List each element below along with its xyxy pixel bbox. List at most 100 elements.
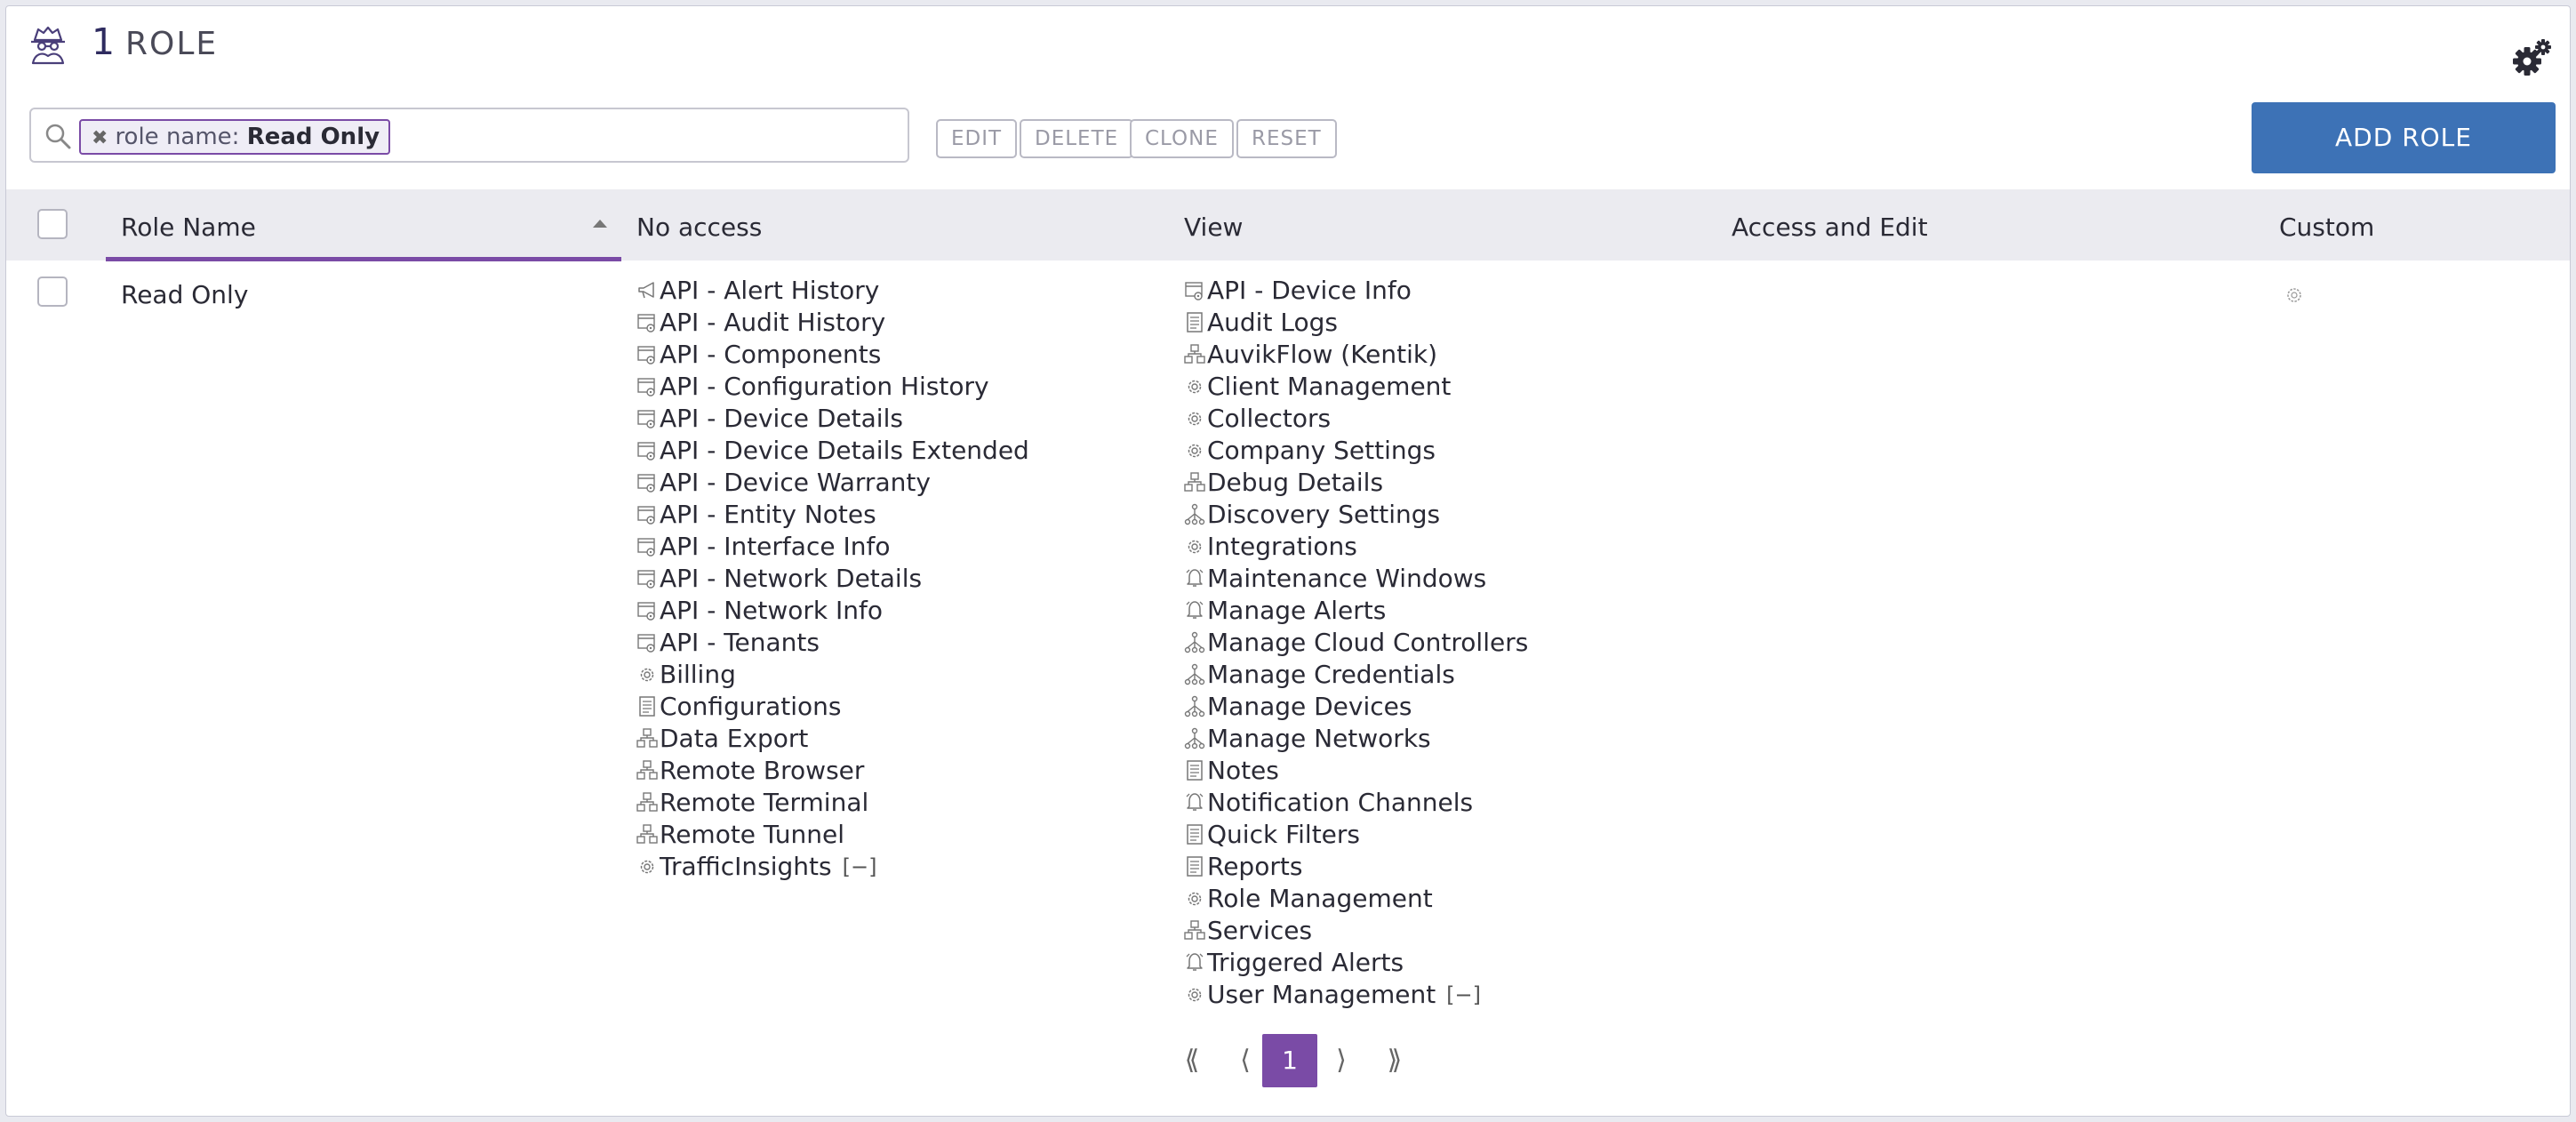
table-header: Role Name No access View Access and Edit… [6, 189, 2570, 260]
permission-item: Notification Channels [1184, 787, 1528, 819]
permission-label: Triggered Alerts [1207, 948, 1404, 977]
filter-chip-role-name[interactable]: ✖ role name: Read Only [79, 119, 391, 155]
bell-icon [1186, 601, 1204, 619]
clone-button[interactable]: CLONE [1130, 119, 1234, 158]
topology-icon [1184, 727, 1205, 749]
search-input[interactable]: ✖ role name: Read Only [29, 108, 909, 163]
gear-icon [1188, 988, 1202, 1002]
document-icon [1187, 312, 1203, 333]
gear-icon [1188, 380, 1202, 394]
permission-item: API - Alert History [636, 275, 1029, 307]
chip-key: role name: [115, 124, 240, 150]
permission-label: Remote Tunnel [660, 820, 845, 849]
chip-value: Read Only [246, 124, 380, 150]
collapse-list-button[interactable]: [−] [843, 851, 877, 883]
role-count: 1 [92, 20, 116, 63]
current-page-button[interactable]: 1 [1262, 1034, 1317, 1087]
permission-label: Client Management [1207, 372, 1452, 401]
column-header-no-access[interactable]: No access [636, 212, 762, 242]
settings-gear-icon[interactable] [2511, 38, 2554, 77]
permission-label: API - Tenants [660, 628, 820, 657]
page-title: ROLE [125, 26, 219, 62]
view-permissions: API - Device Info Audit Logs AuvikFlow (Ke… [1184, 275, 1528, 1011]
permission-item: Quick Filters [1184, 819, 1528, 851]
permission-label: Remote Terminal [660, 788, 869, 817]
spy-role-icon [31, 26, 65, 65]
permission-item: Data Export [636, 723, 1029, 755]
permission-item: Manage Devices [1184, 691, 1528, 723]
gear-icon [640, 668, 654, 682]
permission-item: Remote Browser [636, 755, 1029, 787]
document-icon [639, 696, 655, 717]
custom-permission-gear-icon [2287, 288, 2301, 302]
permission-item: API - Tenants [636, 627, 1029, 659]
topology-icon [1184, 663, 1205, 685]
permission-label: Reports [1207, 852, 1303, 881]
remove-filter-icon[interactable]: ✖ [92, 127, 108, 149]
next-page-button[interactable]: ⟩ [1325, 1034, 1357, 1087]
column-header-role-name[interactable]: Role Name [121, 212, 256, 242]
no-access-permissions: API - Alert History API - Audit History AP… [636, 275, 1029, 883]
permission-item: Manage Credentials [1184, 659, 1528, 691]
permission-item: API - Device Warranty [636, 467, 1029, 499]
permission-label: TrafficInsights [660, 852, 832, 881]
api-window-icon [637, 570, 655, 589]
permission-item: Integrations [1184, 531, 1528, 563]
permission-item: Manage Cloud Controllers [1184, 627, 1528, 659]
permission-label: Notes [1207, 756, 1279, 785]
permission-label: Discovery Settings [1207, 500, 1441, 529]
role-name-cell[interactable]: Read Only [121, 280, 248, 309]
collapse-list-button[interactable]: [−] [1446, 979, 1481, 1011]
permission-label: Remote Browser [660, 756, 865, 785]
column-header-view[interactable]: View [1184, 212, 1243, 242]
permission-item: API - Entity Notes [636, 499, 1029, 531]
permission-item: Maintenance Windows [1184, 563, 1528, 595]
network-boxes-icon [1184, 472, 1205, 492]
api-window-icon [637, 314, 655, 333]
permission-label: Billing [660, 660, 736, 689]
prev-page-button[interactable]: ⟨ [1229, 1034, 1261, 1087]
sort-ascending-icon[interactable] [593, 220, 607, 228]
permission-item: Collectors [1184, 403, 1528, 435]
topology-icon [1184, 503, 1205, 525]
permission-label: API - Alert History [660, 276, 880, 305]
permission-item: Reports [1184, 851, 1528, 883]
permission-item: Billing [636, 659, 1029, 691]
permission-label: Integrations [1207, 532, 1357, 561]
permission-item: Configurations [636, 691, 1029, 723]
permission-item: API - Device Details [636, 403, 1029, 435]
gear-icon [1188, 892, 1202, 906]
api-window-icon [637, 410, 655, 429]
permission-label: API - Device Details Extended [660, 436, 1029, 465]
permission-label: Company Settings [1207, 436, 1436, 465]
api-window-icon [637, 506, 655, 525]
permission-label: Services [1207, 916, 1313, 945]
last-page-button[interactable]: ⟫ [1379, 1034, 1411, 1087]
permission-label: API - Device Warranty [660, 468, 931, 497]
column-header-access-edit[interactable]: Access and Edit [1732, 212, 1928, 242]
permission-label: Audit Logs [1207, 308, 1338, 337]
column-header-custom[interactable]: Custom [2279, 212, 2374, 242]
sorted-column-indicator [106, 257, 621, 261]
api-window-icon [637, 474, 655, 493]
row-checkbox[interactable] [37, 276, 68, 307]
gear-icon [1188, 444, 1202, 458]
permission-label: API - Configuration History [660, 372, 989, 401]
permission-item: Services [1184, 915, 1528, 947]
reset-button[interactable]: RESET [1236, 119, 1337, 158]
bell-icon [1186, 953, 1204, 971]
edit-button[interactable]: EDIT [936, 119, 1018, 158]
network-boxes-icon [636, 760, 658, 780]
permission-label: AuvikFlow (Kentik) [1207, 340, 1438, 369]
document-icon [1187, 760, 1203, 781]
permission-item: Notes [1184, 755, 1528, 787]
permission-item: API - Device Details Extended [636, 435, 1029, 467]
add-role-button[interactable]: ADD ROLE [2252, 102, 2556, 173]
delete-button[interactable]: DELETE [1020, 119, 1134, 158]
permission-item: API - Audit History [636, 307, 1029, 339]
permission-label: Manage Credentials [1207, 660, 1455, 689]
first-page-button[interactable]: ⟪ [1176, 1034, 1208, 1087]
select-all-checkbox[interactable] [37, 209, 68, 239]
api-window-icon [637, 634, 655, 653]
permission-label: Manage Cloud Controllers [1207, 628, 1529, 657]
